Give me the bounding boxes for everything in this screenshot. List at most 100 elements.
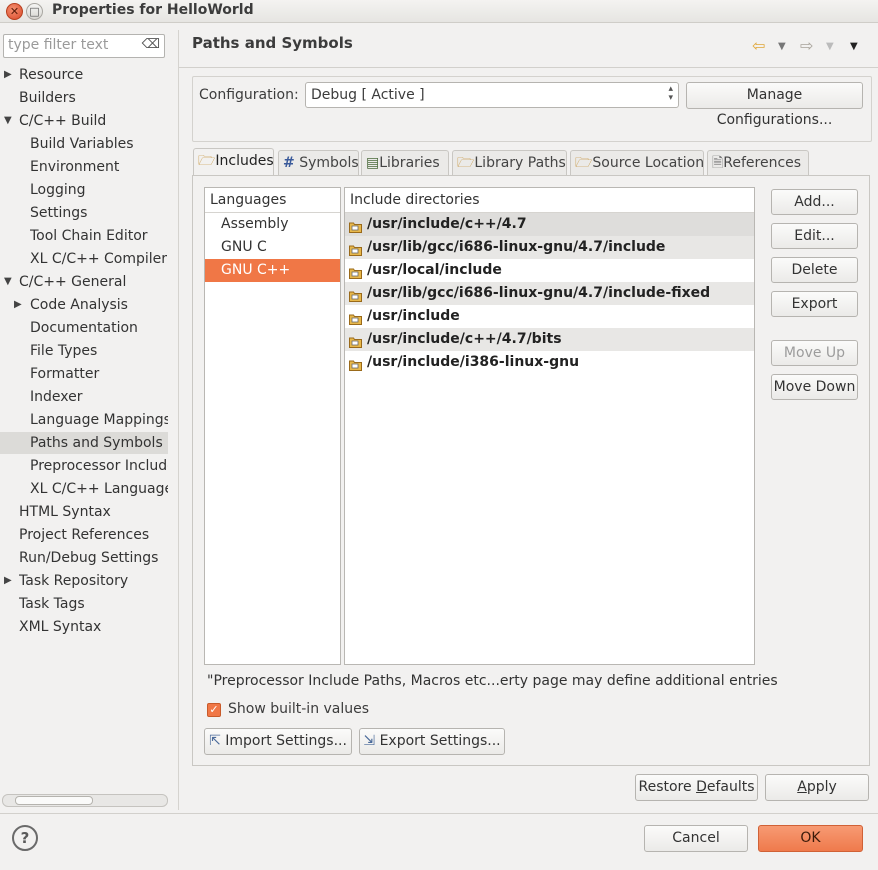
tree-item-code-analysis[interactable]: Code Analysis bbox=[30, 294, 168, 316]
manage-configurations-button[interactable]: Manage Configurations... bbox=[686, 82, 863, 128]
collapsed-arrow-icon[interactable]: ▶ bbox=[4, 69, 12, 80]
export-settings-button[interactable]: ⇲ Export Settings... bbox=[359, 728, 505, 755]
tab-library-paths[interactable]: 🗁Library Paths bbox=[452, 150, 567, 175]
include-folder-icon bbox=[349, 287, 362, 302]
ok-button[interactable]: OK bbox=[758, 825, 863, 852]
tree-item-builders[interactable]: Builders bbox=[19, 87, 168, 109]
include-directory-path: /usr/lib/gcc/i686-linux-gnu/4.7/include-… bbox=[367, 285, 711, 301]
tab-references[interactable]: 🗎References bbox=[707, 150, 809, 175]
add-button[interactable]: Add... bbox=[771, 189, 858, 215]
apply-button[interactable]: Apply bbox=[765, 774, 869, 801]
move-up-button[interactable]: Move Up bbox=[771, 340, 858, 366]
tree-item-c-c-general[interactable]: C/C++ General bbox=[19, 271, 168, 293]
info-note: "Preprocessor Include Paths, Macros etc.… bbox=[207, 673, 778, 689]
apply-label-mnemonic: A bbox=[797, 779, 807, 795]
export-icon: ⇲ bbox=[363, 733, 376, 749]
tree-horizontal-scrollbar[interactable] bbox=[2, 794, 168, 807]
move-down-button[interactable]: Move Down bbox=[771, 374, 858, 400]
tree-item-formatter[interactable]: Formatter bbox=[30, 363, 168, 385]
collapsed-arrow-icon[interactable]: ▶ bbox=[14, 299, 22, 310]
tab-label: Libraries bbox=[379, 155, 440, 171]
back-menu-chevron-icon[interactable]: ▼ bbox=[778, 41, 786, 52]
hash-icon: # bbox=[283, 155, 295, 171]
tree-item-paths-and-symbols[interactable]: Paths and Symbols bbox=[30, 432, 168, 454]
include-directory-row[interactable]: /usr/include bbox=[345, 305, 754, 328]
expanded-arrow-icon[interactable]: ▼ bbox=[4, 276, 12, 287]
tab-label: Library Paths bbox=[474, 155, 566, 171]
edit-button[interactable]: Edit... bbox=[771, 223, 858, 249]
configuration-label: Configuration: bbox=[199, 87, 299, 103]
tab-source-location[interactable]: 🗁Source Location bbox=[570, 150, 704, 175]
delete-button[interactable]: Delete bbox=[771, 257, 858, 283]
tab-label: Symbols bbox=[299, 155, 359, 171]
tab-label: Includes bbox=[215, 153, 274, 169]
maximize-window-button[interactable]: □ bbox=[26, 3, 43, 20]
export-settings-label: Export Settings... bbox=[379, 733, 501, 749]
view-menu-chevron-icon[interactable]: ▼ bbox=[850, 41, 858, 52]
include-directory-row[interactable]: /usr/include/i386-linux-gnu bbox=[345, 351, 754, 374]
include-directories-header[interactable]: Include directories bbox=[345, 188, 754, 213]
scrollbar-thumb[interactable] bbox=[15, 796, 93, 805]
window-title: Properties for HelloWorld bbox=[52, 2, 254, 18]
include-folder-icon bbox=[349, 333, 362, 348]
tree-item-environment[interactable]: Environment bbox=[30, 156, 168, 178]
include-directory-path: /usr/include/i386-linux-gnu bbox=[367, 354, 580, 370]
languages-list[interactable]: Languages Assembly GNU C GNU C++ bbox=[204, 187, 341, 665]
collapsed-arrow-icon[interactable]: ▶ bbox=[4, 575, 12, 586]
filter-input[interactable]: type filter text ⌫ bbox=[3, 34, 165, 58]
include-directories-list[interactable]: Include directories /usr/include/c++/4.7… bbox=[344, 187, 755, 665]
back-arrow-icon[interactable]: ⇦ bbox=[752, 36, 765, 55]
include-directory-row[interactable]: /usr/include/c++/4.7 bbox=[345, 213, 754, 236]
tree-item-logging[interactable]: Logging bbox=[30, 179, 168, 201]
tree-item-run-debug-settings[interactable]: Run/Debug Settings bbox=[19, 547, 168, 569]
include-folder-icon bbox=[349, 264, 362, 279]
sash-divider[interactable] bbox=[178, 30, 179, 810]
tree-item-preprocessor-include[interactable]: Preprocessor Include bbox=[30, 455, 168, 477]
tree-item-c-c-build[interactable]: C/C++ Build bbox=[19, 110, 168, 132]
tree-item-project-references[interactable]: Project References bbox=[19, 524, 168, 546]
tree-item-xml-syntax[interactable]: XML Syntax bbox=[19, 616, 168, 638]
cancel-button[interactable]: Cancel bbox=[644, 825, 748, 852]
include-directory-path: /usr/include/c++/4.7 bbox=[367, 216, 527, 232]
library-icon: ▤ bbox=[366, 155, 380, 171]
restore-label-prefix: Restore bbox=[638, 779, 697, 795]
tab-includes[interactable]: 🗁Includes bbox=[193, 148, 274, 175]
tab-symbols[interactable]: # Symbols bbox=[278, 150, 359, 175]
include-directory-row[interactable]: /usr/include/c++/4.7/bits bbox=[345, 328, 754, 351]
clear-filter-icon[interactable]: ⌫ bbox=[142, 37, 160, 52]
restore-label-mnemonic: D bbox=[696, 779, 707, 795]
tree-item-documentation[interactable]: Documentation bbox=[30, 317, 168, 339]
tree-item-indexer[interactable]: Indexer bbox=[30, 386, 168, 408]
include-directory-path: /usr/lib/gcc/i686-linux-gnu/4.7/include bbox=[367, 239, 666, 255]
tree-item-file-types[interactable]: File Types bbox=[30, 340, 168, 362]
tree-item-task-tags[interactable]: Task Tags bbox=[19, 593, 168, 615]
tree-item-xl-c-c-language-c[interactable]: XL C/C++ Language C bbox=[30, 478, 168, 500]
tree-item-xl-c-c-compiler[interactable]: XL C/C++ Compiler bbox=[30, 248, 168, 270]
languages-header[interactable]: Languages bbox=[205, 188, 340, 213]
language-item-assembly[interactable]: Assembly bbox=[205, 213, 340, 236]
restore-defaults-button[interactable]: Restore Defaults bbox=[635, 774, 758, 801]
tree-item-build-variables[interactable]: Build Variables bbox=[30, 133, 168, 155]
close-window-button[interactable]: ✕ bbox=[6, 3, 23, 20]
export-button[interactable]: Export bbox=[771, 291, 858, 317]
tree-item-html-syntax[interactable]: HTML Syntax bbox=[19, 501, 168, 523]
include-directory-row[interactable]: /usr/local/include bbox=[345, 259, 754, 282]
expanded-arrow-icon[interactable]: ▼ bbox=[4, 115, 12, 126]
configuration-select[interactable]: Debug [ Active ] ▴ ▾ bbox=[305, 82, 679, 108]
language-item-gnu-c[interactable]: GNU C bbox=[205, 236, 340, 259]
tree-item-settings[interactable]: Settings bbox=[30, 202, 168, 224]
include-directory-row[interactable]: /usr/lib/gcc/i686-linux-gnu/4.7/include-… bbox=[345, 282, 754, 305]
show-builtin-checkbox[interactable]: ✓ bbox=[207, 703, 221, 717]
import-settings-button[interactable]: ⇱ Import Settings... bbox=[204, 728, 352, 755]
language-item-gnu-cpp[interactable]: GNU C++ bbox=[205, 259, 340, 282]
tab-libraries[interactable]: ▤Libraries bbox=[361, 150, 449, 175]
tree-item-task-repository[interactable]: Task Repository bbox=[19, 570, 168, 592]
show-builtin-label[interactable]: Show built-in values bbox=[228, 701, 369, 717]
tree-item-resource[interactable]: Resource bbox=[19, 64, 168, 86]
help-icon[interactable]: ? bbox=[12, 825, 38, 851]
tree-item-language-mappings[interactable]: Language Mappings bbox=[30, 409, 168, 431]
tab-label: Source Location bbox=[592, 155, 705, 171]
tree-item-tool-chain-editor[interactable]: Tool Chain Editor bbox=[30, 225, 168, 247]
include-directory-path: /usr/local/include bbox=[367, 262, 502, 278]
include-directory-row[interactable]: /usr/lib/gcc/i686-linux-gnu/4.7/include bbox=[345, 236, 754, 259]
